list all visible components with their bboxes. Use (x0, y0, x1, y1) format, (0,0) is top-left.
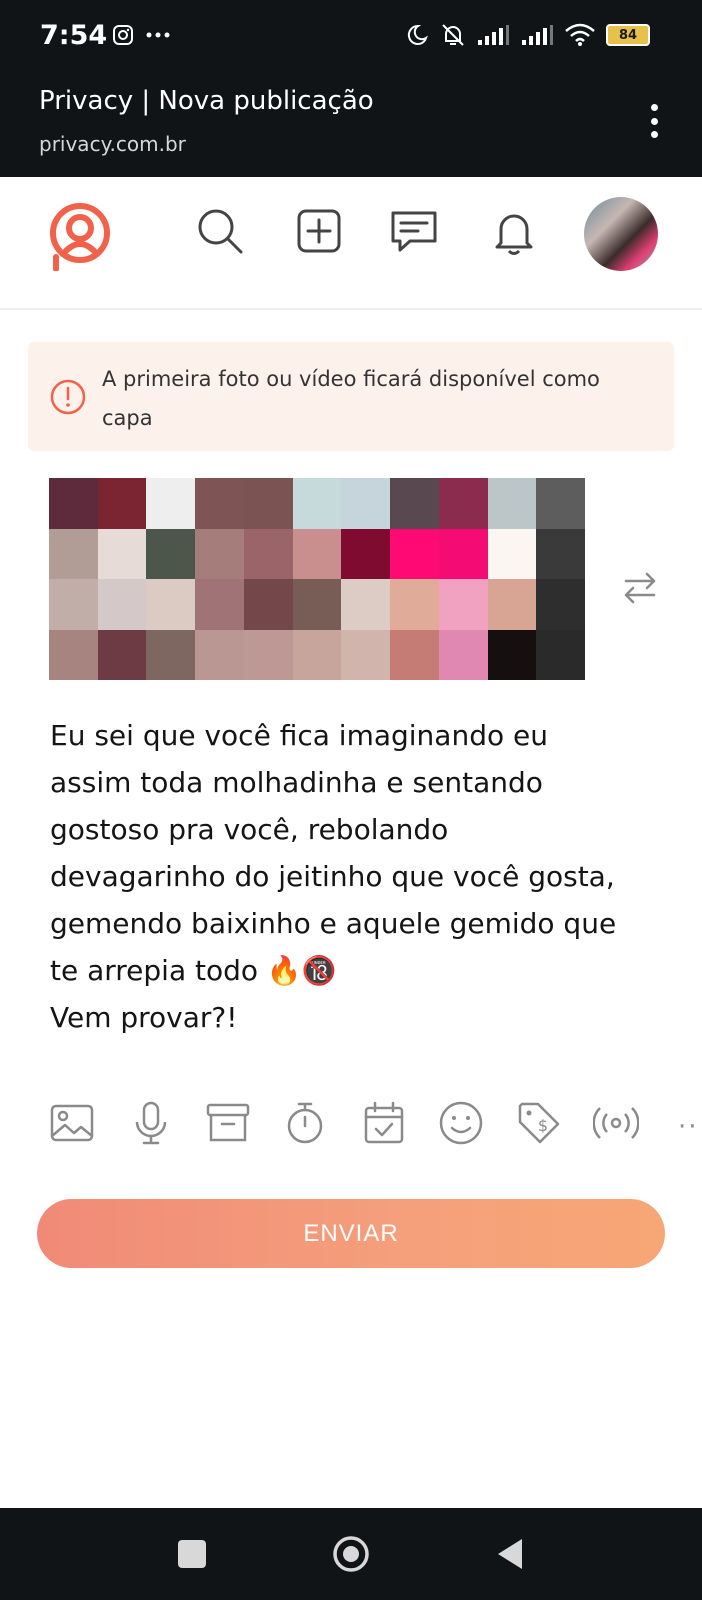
post-text-line: devagarinho do jeitinho que você gosta, (50, 860, 615, 893)
media-pixel-cell (487, 478, 537, 529)
media-pixel-cell (536, 528, 585, 579)
post-text[interactable]: Eu sei que você fica imaginando eu assim… (50, 712, 670, 1041)
more-dots-icon (146, 32, 170, 38)
media-pixel-cell (146, 629, 196, 680)
media-pixel-cell (146, 528, 196, 579)
media-pixel-cell (146, 478, 196, 529)
browser-title: Privacy | Nova publicação (39, 86, 374, 116)
notice-text: A primeira foto ou vídeo ficará disponív… (102, 367, 600, 430)
media-pixel-cell (243, 528, 293, 579)
media-pixel-cell (195, 579, 244, 630)
media-pixel-cell (97, 478, 147, 529)
home-icon[interactable] (332, 1535, 370, 1573)
timer-icon[interactable] (282, 1100, 328, 1146)
price-tag-icon[interactable]: $ (516, 1100, 562, 1146)
media-pixel-cell (49, 629, 98, 680)
media-pixel-cell (97, 629, 147, 680)
bell-off-icon (442, 24, 464, 46)
cover-notice: A primeira foto ou vídeo ficará disponív… (28, 342, 674, 451)
media-pixel-cell (438, 478, 488, 529)
media-pixel-cell (536, 629, 585, 680)
signal-icon (478, 25, 509, 45)
media-pixel-cell (49, 478, 98, 529)
instagram-icon (113, 25, 133, 45)
status-left-icons (112, 24, 170, 46)
media-pixel-cell (390, 629, 439, 680)
post-text-line: Eu sei que você fica imaginando eu (50, 719, 548, 752)
privacy-logo[interactable] (46, 199, 114, 271)
media-pixel-cell (292, 629, 342, 680)
media-pixel-cell (438, 528, 488, 579)
notifications-icon[interactable] (488, 205, 540, 257)
media-pixel-cell (195, 528, 244, 579)
post-text-line: Vem provar?! (50, 1001, 238, 1034)
browser-url[interactable]: privacy.com.br (39, 132, 186, 156)
status-bar: 7:54 84 (0, 0, 702, 76)
toolbar-more-icon[interactable]: ·· (678, 1112, 699, 1142)
add-post-icon[interactable] (293, 205, 345, 257)
media-pixel-cell (390, 579, 439, 630)
media-pixel-cell (97, 579, 147, 630)
media-pixel-cell (487, 528, 537, 579)
media-pixel-cell (243, 478, 293, 529)
media-pixel-cell (97, 528, 147, 579)
archive-icon[interactable] (205, 1100, 251, 1146)
messages-icon[interactable] (388, 205, 440, 257)
post-text-line: gemendo baixinho e aquele gemido que (50, 907, 617, 940)
svg-text:$: $ (538, 1116, 548, 1135)
status-time: 7:54 (40, 20, 108, 51)
moon-icon (407, 24, 428, 45)
status-right-icons: 84 (406, 22, 650, 48)
media-pixel-cell (292, 528, 342, 579)
media-pixel-cell (390, 478, 439, 529)
swap-arrows-icon[interactable] (620, 568, 660, 608)
recent-apps-icon[interactable] (178, 1540, 206, 1568)
media-pixel-cell (341, 629, 391, 680)
media-pixel-cell (49, 528, 98, 579)
browser-bar: Privacy | Nova publicação privacy.com.br (0, 76, 702, 177)
app-header (0, 177, 702, 310)
post-text-line: te arrepia todo 🔥🔞 (50, 954, 337, 987)
signal-icon (522, 25, 553, 45)
media-pixel-cell (195, 629, 244, 680)
emoji-icon[interactable] (438, 1100, 484, 1146)
media-pixel-cell (487, 579, 537, 630)
live-broadcast-icon[interactable] (593, 1100, 639, 1146)
media-pixel-cell (536, 478, 585, 529)
more-vertical-icon[interactable] (650, 104, 658, 138)
media-pixel-cell (438, 579, 488, 630)
media-pixel-cell (536, 579, 585, 630)
search-icon[interactable] (194, 205, 246, 257)
microphone-icon[interactable] (128, 1100, 174, 1146)
alert-circle-icon (50, 379, 86, 415)
media-pixel-cell (438, 629, 488, 680)
media-pixel-cell (195, 478, 244, 529)
media-pixel-cell (49, 579, 98, 630)
media-pixel-cell (146, 579, 196, 630)
media-pixel-cell (243, 579, 293, 630)
back-icon[interactable] (494, 1537, 524, 1571)
media-pixel-cell (341, 478, 391, 529)
media-thumbnail[interactable] (49, 478, 585, 680)
media-pixel-cell (292, 579, 342, 630)
profile-avatar[interactable] (584, 197, 658, 271)
post-text-line: assim toda molhadinha e sentando (50, 766, 543, 799)
media-pixel-cell (487, 629, 537, 680)
send-button[interactable]: ENVIAR (37, 1199, 665, 1268)
media-pixel-cell (341, 528, 391, 579)
battery-icon: 84 (606, 24, 650, 46)
image-icon[interactable] (49, 1100, 95, 1146)
media-pixel-cell (292, 478, 342, 529)
wifi-icon (565, 23, 595, 46)
calendar-check-icon[interactable] (361, 1100, 407, 1146)
post-text-line: gostoso pra você, rebolando (50, 813, 449, 846)
media-pixel-cell (243, 629, 293, 680)
media-pixel-cell (341, 579, 391, 630)
media-pixel-cell (390, 528, 439, 579)
